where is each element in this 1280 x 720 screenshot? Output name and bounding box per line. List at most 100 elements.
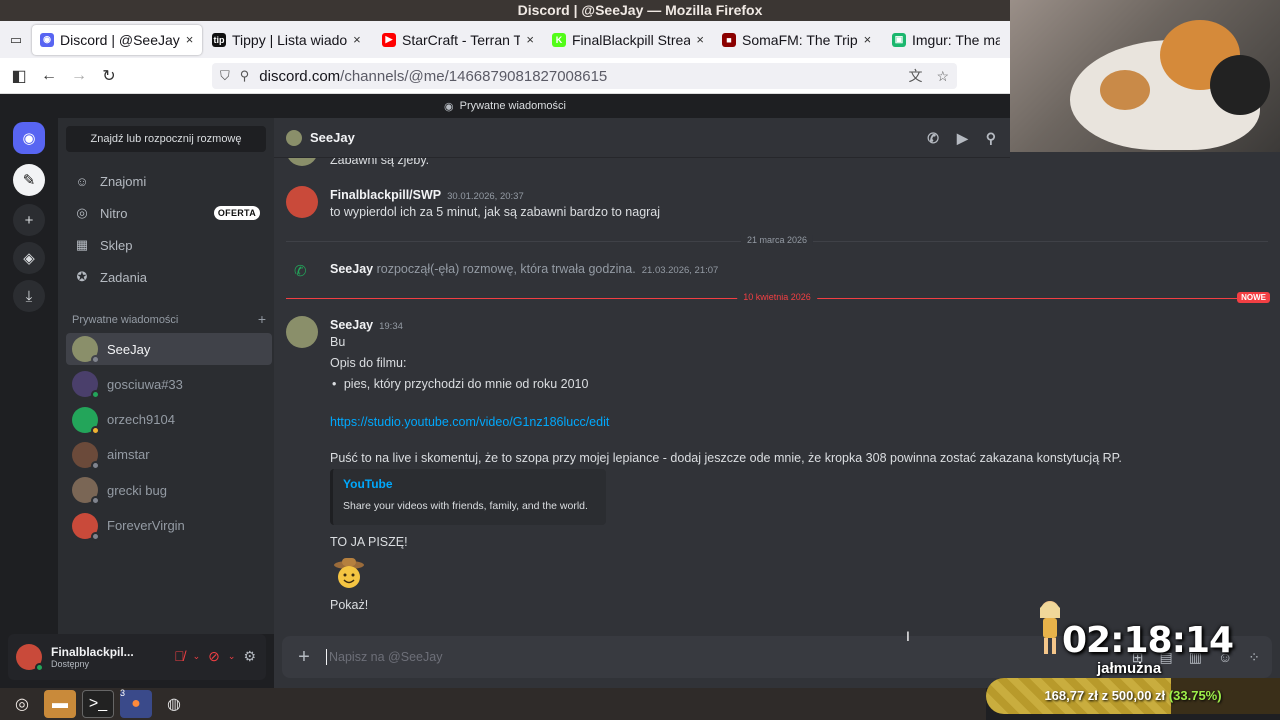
dm-name: SeeJay <box>107 341 151 357</box>
message-author[interactable]: SeeJay 19:34 <box>330 318 403 332</box>
link-embed[interactable]: YouTube Share your videos with friends, … <box>330 469 606 525</box>
new-badge: NOWE <box>1237 292 1270 303</box>
quests-icon: ✪ <box>76 269 88 284</box>
back-icon[interactable]: ← <box>34 61 64 91</box>
message-author[interactable]: Finalblackpill/SWP 30.01.2026, 20:37 <box>330 188 524 202</box>
forward-icon[interactable]: → <box>64 61 94 91</box>
sidebar-item-label: Nitro <box>100 205 128 221</box>
dm-section-header: Prywatne wiadomości + <box>72 311 266 327</box>
sidebar-item-sklep[interactable]: ▦ Sklep <box>66 231 266 259</box>
nitro-icon: ◎ <box>76 205 88 220</box>
stream-timer: 02:18:14 <box>1062 620 1234 661</box>
video-call-icon[interactable]: ▶ <box>957 130 968 147</box>
tab-favicon-icon: K <box>552 32 566 47</box>
dm-item[interactable]: ForeverVirgin <box>66 510 272 542</box>
dm-name: grecki bug <box>107 482 167 498</box>
friends-icon: ☺ <box>75 173 89 189</box>
chevron-down-icon[interactable]: ⌄ <box>228 651 236 665</box>
message-text: Bu <box>330 335 346 349</box>
avatar <box>72 371 100 400</box>
dm-name: gosciuwa#33 <box>107 376 183 392</box>
embed-title[interactable]: YouTube <box>343 477 393 491</box>
create-dm-icon[interactable]: + <box>258 311 266 327</box>
message-link[interactable]: https://studio.youtube.com/video/G1nz186… <box>330 415 609 429</box>
avatar <box>72 477 100 506</box>
chevron-down-icon[interactable]: ⌄ <box>193 651 201 665</box>
tab-label: StarCraft - Terran T <box>402 31 521 48</box>
phone-call-icon: ✆ <box>294 263 307 280</box>
avatar[interactable] <box>16 644 44 672</box>
tab-close-icon[interactable]: × <box>696 32 704 47</box>
composer-placeholder: Napisz na @SeeJay <box>329 650 443 664</box>
date-divider: 21 marca 2026 <box>286 235 1268 245</box>
message-text: Puść to na live i skomentuj, że to szopa… <box>330 451 1122 465</box>
tab-label: FinalBlackpill Strea <box>572 31 691 48</box>
discover-icon[interactable]: ◈ <box>13 242 45 274</box>
apps-icon[interactable]: ⁘ <box>1248 649 1260 666</box>
embed-description: Share your videos with friends, family, … <box>343 500 588 512</box>
firefox-icon[interactable]: 3 ● <box>120 688 152 718</box>
avatar <box>72 406 100 435</box>
avatar <box>72 512 100 541</box>
browser-tab[interactable]: K FinalBlackpill Strea × <box>544 25 712 55</box>
dm-item[interactable]: grecki bug <box>66 474 272 506</box>
url-bar[interactable]: ⛉ ⚲ discord.com/channels/@me/14668790818… <box>212 63 957 89</box>
tab-list-icon[interactable]: ▭ <box>0 21 32 58</box>
voice-call-icon[interactable]: ✆ <box>927 130 939 147</box>
download-icon[interactable]: ⤓ <box>13 280 45 312</box>
browser-tab[interactable]: ▶ StarCraft - Terran T × <box>374 25 542 55</box>
tab-close-icon[interactable]: × <box>186 32 194 47</box>
tracking-shield-icon[interactable]: ⛉ <box>220 68 230 84</box>
url-path: /channels/@me/1466879081827008615 <box>340 67 608 85</box>
dm-item[interactable]: orzech9104 <box>66 404 272 436</box>
reload-icon[interactable]: ↻ <box>94 61 124 91</box>
tab-favicon-icon: ▶ <box>382 32 396 47</box>
text-cursor-icon: I <box>906 628 910 644</box>
cowboy-emoji-icon <box>332 556 366 590</box>
dm-item[interactable]: gosciuwa#33 <box>66 368 272 400</box>
dm-item[interactable]: SeeJay <box>66 333 272 365</box>
tab-favicon-icon: ▣ <box>892 32 906 47</box>
sidebar-item-zadania[interactable]: ✪ Zadania <box>66 263 266 291</box>
avatar[interactable] <box>286 186 318 218</box>
mic-muted-icon[interactable]: 🎙̸ <box>174 648 185 665</box>
translate-icon[interactable]: 文 <box>908 68 922 84</box>
chat-header: SeeJay ✆ ▶ ⚲ <box>274 118 1010 158</box>
webcam-overlay <box>1010 0 1280 152</box>
tab-close-icon[interactable]: × <box>864 32 872 47</box>
message-list: Zabawni są zjeby. Finalblackpill/SWP 30.0… <box>274 152 1280 634</box>
tab-close-icon[interactable]: × <box>526 32 534 47</box>
browser-tab[interactable]: tip Tippy | Lista wiado × <box>204 25 372 55</box>
avatar[interactable] <box>286 316 318 348</box>
file-manager-icon[interactable]: ▬ <box>44 690 76 718</box>
shop-icon: ▦ <box>75 237 89 252</box>
app-menu-icon[interactable]: ◎ <box>6 690 38 718</box>
browser-tab[interactable]: ▣ Imgur: The mag <box>884 25 1008 55</box>
dm-name: ForeverVirgin <box>107 518 185 533</box>
dm-section-label: Prywatne wiadomości <box>72 314 179 326</box>
search-input[interactable]: Znajdź lub rozpocznij rozmowę <box>66 126 266 152</box>
browser-tab[interactable]: ■ SomaFM: The Trip × <box>714 25 882 55</box>
sidebar-item-znajomi[interactable]: ☺ Znajomi <box>66 167 266 195</box>
status-indicator <box>91 496 100 506</box>
avatar[interactable] <box>286 129 302 146</box>
tab-close-icon[interactable]: × <box>353 32 361 47</box>
settings-gear-icon[interactable]: ⚙ <box>243 648 256 665</box>
pinned-messages-icon[interactable]: ⚲ <box>986 130 996 147</box>
dm-home-icon[interactable]: ◉ <box>13 122 45 154</box>
obs-icon[interactable]: ◍ <box>158 690 190 718</box>
server-icon[interactable]: ✎ <box>13 164 45 196</box>
terminal-icon[interactable]: >_ <box>82 690 114 718</box>
browser-tab[interactable]: ◉ Discord | @SeeJay × <box>32 24 202 55</box>
server-rail: ◉ ✎ + ◈ ⤓ <box>0 118 58 688</box>
bookmark-star-icon[interactable]: ☆ <box>936 68 949 84</box>
user-panel[interactable]: Finalblackpil... Dostępny 🎙̸ ⌄ ⊘ ⌄ ⚙ <box>8 634 266 680</box>
headphones-muted-icon[interactable]: ⊘ <box>208 648 220 665</box>
sidebar-item-nitro[interactable]: ◎ Nitro OFERTA <box>66 199 266 227</box>
status-indicator <box>91 390 100 400</box>
sidebar-toggle-icon[interactable]: ◧ <box>4 61 34 91</box>
add-server-icon[interactable]: + <box>13 204 45 236</box>
dm-item[interactable]: aimstar <box>66 439 272 471</box>
permissions-icon[interactable]: ⚲ <box>240 68 250 84</box>
attach-plus-icon[interactable]: + <box>282 646 326 669</box>
